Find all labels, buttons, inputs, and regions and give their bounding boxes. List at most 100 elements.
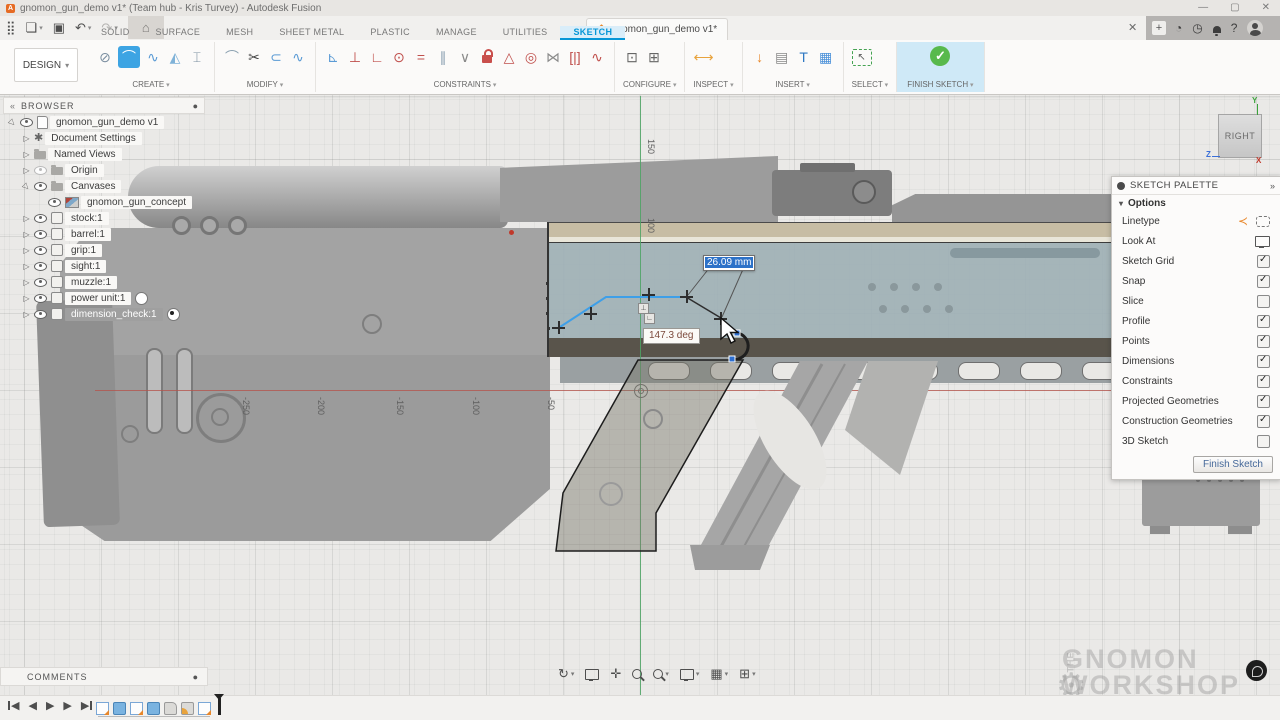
activate-component-radio[interactable] xyxy=(167,308,180,321)
fit-icon[interactable]: ▾ xyxy=(653,669,669,679)
ribbon-group-label[interactable]: CREATE xyxy=(96,80,206,92)
timeline-feature-plain[interactable] xyxy=(164,702,177,715)
expand-arrow-icon[interactable]: ▷ xyxy=(21,134,32,143)
ribbon-group-label[interactable]: INSPECT xyxy=(693,80,733,92)
go-to-start-button[interactable]: ◀ xyxy=(8,699,19,712)
tangent-icon[interactable]: ⊙ xyxy=(390,46,408,68)
browser-item-label[interactable]: gnomon_gun_concept xyxy=(81,196,192,209)
insert-svg-icon[interactable]: ↓ xyxy=(751,46,769,68)
palette-pin-icon[interactable]: » xyxy=(1270,181,1275,191)
expand-arrow-icon[interactable]: ▷ xyxy=(5,115,19,129)
look-at-icon[interactable] xyxy=(585,669,599,680)
tab-utilities[interactable]: UTILITIES xyxy=(490,26,561,40)
app-grid-icon[interactable]: ⣿ xyxy=(6,20,16,36)
expand-arrow-icon[interactable]: ▷ xyxy=(21,262,32,271)
look-at-icon[interactable] xyxy=(585,669,599,680)
visibility-eye-icon[interactable] xyxy=(34,214,47,223)
sketch-grid-checkbox[interactable] xyxy=(1257,255,1270,268)
maximize-button[interactable]: ▢ xyxy=(1230,0,1239,15)
config-table-icon[interactable]: ⊞ xyxy=(645,46,663,68)
visibility-eye-icon[interactable] xyxy=(34,230,47,239)
points-checkbox[interactable] xyxy=(1257,335,1270,348)
tab-plastic[interactable]: PLASTIC xyxy=(357,26,423,40)
browser-item-label[interactable]: muzzle:1 xyxy=(65,276,117,289)
activate-component-radio[interactable] xyxy=(135,292,148,305)
insert-image-icon[interactable]: ▦ xyxy=(817,46,835,68)
ribbon-group-label[interactable]: CONSTRAINTS xyxy=(324,80,606,92)
browser-item-barrel-1[interactable]: ▷barrel:1 xyxy=(3,226,205,242)
browser-item-label[interactable]: stock:1 xyxy=(65,212,109,225)
workspace-label[interactable]: DESIGN xyxy=(23,60,61,71)
visibility-eye-icon[interactable] xyxy=(34,262,47,271)
expand-arrow-icon[interactable]: ▷ xyxy=(21,310,32,319)
browser-item-label[interactable]: gnomon_gun_demo v1 xyxy=(50,116,164,129)
slot-tool-icon[interactable]: ⌶ xyxy=(188,46,206,68)
browser-item-named-views[interactable]: ▷ Named Views xyxy=(3,146,205,162)
palette-options-section[interactable]: Options xyxy=(1112,195,1280,211)
browser-item-label[interactable]: Named Views xyxy=(48,148,122,161)
mirror-tool-icon[interactable]: ◭ xyxy=(166,46,184,68)
3d-sketch-checkbox[interactable] xyxy=(1257,435,1270,448)
insert-decal-icon[interactable]: ▤ xyxy=(773,46,791,68)
timeline-feature-sketch[interactable] xyxy=(198,702,211,715)
expand-arrow-icon[interactable]: ▷ xyxy=(21,230,32,239)
expand-arrow-icon[interactable]: ▷ xyxy=(21,294,32,303)
browser-item-label[interactable]: Document Settings xyxy=(45,132,142,145)
ribbon-group-label[interactable]: CONFIGURE xyxy=(623,80,676,92)
play-button[interactable]: ▶ xyxy=(46,699,54,712)
ribbon-group-label[interactable]: INSERT xyxy=(751,80,835,92)
select-tool-icon[interactable]: ↖ xyxy=(852,49,872,66)
tab-sheet-metal[interactable]: SHEET METAL xyxy=(266,26,357,40)
timeline-feature-sketch[interactable] xyxy=(96,702,109,715)
sketch-point[interactable] xyxy=(642,288,655,301)
fix-ground-icon[interactable]: ⊥ xyxy=(346,46,364,68)
profile-avatar[interactable] xyxy=(1247,20,1263,36)
expand-arrow-icon[interactable]: ▷ xyxy=(21,150,32,159)
curvature-icon[interactable]: ∿ xyxy=(588,46,606,68)
construction-geometries-checkbox[interactable] xyxy=(1257,415,1270,428)
coincident-icon[interactable]: [|] xyxy=(566,46,584,68)
grid-layout-icon[interactable]: ▦▾ xyxy=(710,666,728,682)
visibility-eye-icon[interactable] xyxy=(34,278,47,287)
timeline-feature-extrude[interactable] xyxy=(147,702,160,715)
fillet-tool-icon[interactable]: ⌒ xyxy=(223,46,241,68)
orbit-icon[interactable]: ↻▾ xyxy=(558,666,574,682)
workspace-selector[interactable]: DESIGN xyxy=(14,48,78,82)
palette-header[interactable]: SKETCH PALETTE » xyxy=(1112,177,1280,195)
step-back-button[interactable]: ◀ xyxy=(28,699,36,712)
browser-item-label[interactable]: grip:1 xyxy=(65,244,102,257)
close-tab-icon[interactable]: ✕ xyxy=(1128,21,1137,34)
timeline-feature-fillet[interactable] xyxy=(181,702,194,715)
visibility-eye-icon[interactable] xyxy=(34,166,47,175)
insert-text-icon[interactable]: T xyxy=(795,46,813,68)
step-forward-button[interactable]: ▶ xyxy=(63,699,71,712)
go-to-end-button[interactable]: ▶ xyxy=(81,699,92,712)
new-tab-icon[interactable]: + xyxy=(1152,21,1166,35)
collapse-browser-icon[interactable]: « xyxy=(10,101,15,111)
browser-item-sight-1[interactable]: ▷sight:1 xyxy=(3,258,205,274)
ribbon-group-label[interactable]: SELECT xyxy=(852,80,889,92)
expand-arrow-icon[interactable]: ▷ xyxy=(21,246,32,255)
linetype-spline-icon[interactable]: ≺ xyxy=(1238,214,1248,228)
profile-checkbox[interactable] xyxy=(1257,315,1270,328)
visibility-eye-icon[interactable] xyxy=(34,182,47,191)
equal-icon[interactable]: = xyxy=(412,46,430,68)
horizontal-vertical-icon[interactable]: ∟ xyxy=(368,46,386,68)
timeline-feature-sketch[interactable] xyxy=(130,702,143,715)
sketch-dimension-icon[interactable]: ⊾ xyxy=(324,46,342,68)
browser-item-gnomon-gun-demo-v1[interactable]: ▷ gnomon_gun_demo v1 xyxy=(3,114,205,130)
viewcube-face-label[interactable]: RIGHT xyxy=(1225,131,1256,141)
finish-sketch-check-icon[interactable]: ✓ xyxy=(930,46,950,66)
look-at-icon[interactable] xyxy=(1255,236,1270,247)
browser-header[interactable]: « BROWSER ● xyxy=(3,97,205,114)
browser-item-muzzle-1[interactable]: ▷muzzle:1 xyxy=(3,274,205,290)
fit-icon[interactable] xyxy=(653,669,663,679)
browser-item-label[interactable]: power unit:1 xyxy=(65,292,131,305)
visibility-eye-icon[interactable] xyxy=(34,246,47,255)
browser-item-origin[interactable]: ▷Origin xyxy=(3,162,205,178)
help-icon[interactable]: ? xyxy=(1231,20,1238,36)
constraints-checkbox[interactable] xyxy=(1257,375,1270,388)
browser-item-label[interactable]: Canvases xyxy=(65,180,121,193)
dimensions-checkbox[interactable] xyxy=(1257,355,1270,368)
browser-item-gnomon-gun-concept[interactable]: gnomon_gun_concept xyxy=(3,194,205,210)
